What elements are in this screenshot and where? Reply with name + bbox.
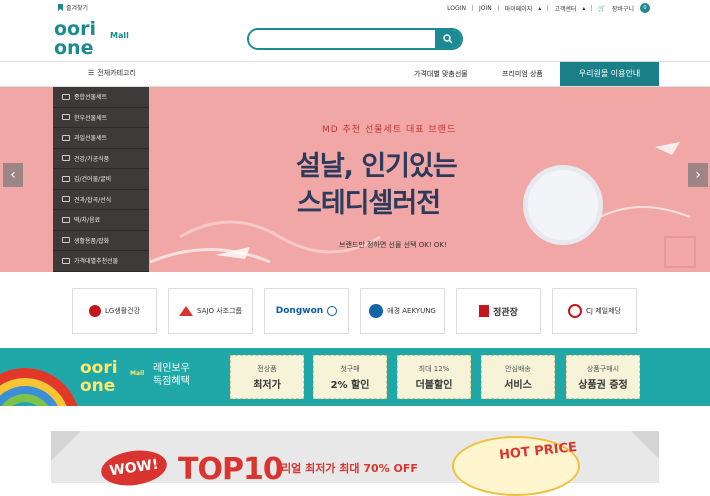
promo-logo: oori one Mall (80, 356, 150, 400)
banner-caption: 브랜드만 정하면 선물 선택 OK! OK! (339, 241, 447, 249)
gift-icon (62, 93, 70, 100)
top-utility-bar: 즐겨찾기 LOGIN JOIN 마이페이지 ▴ 고객센터 ▴ 🛒 장바구니 0 (0, 0, 710, 16)
svg-text:Mall: Mall (130, 370, 144, 377)
cart-icon[interactable]: 🛒 (598, 5, 605, 12)
divider (497, 5, 499, 11)
lg-logo-icon (88, 305, 101, 317)
promo-title: 레인보우 독점혜택 (153, 363, 190, 387)
search-button[interactable] (435, 30, 461, 48)
jkj-logo-icon (479, 305, 490, 317)
top10-caption: 리얼 최저가 최대 70% OFF (281, 462, 418, 475)
customer-center-link[interactable]: 고객센터 (554, 4, 576, 13)
moon-graphic (523, 165, 603, 245)
svg-text:Mall: Mall (110, 31, 129, 40)
join-link[interactable]: JOIN (479, 5, 492, 12)
divider (471, 5, 473, 11)
price-tag-icon (62, 257, 70, 264)
banner-prev-button[interactable]: ‹ (3, 163, 23, 187)
bookmark-icon (58, 4, 63, 11)
aekyung-logo-icon (369, 304, 384, 318)
category-item[interactable]: 생활용품/잡화 (53, 231, 149, 251)
promo-ticket[interactable]: 상품구매시 상품권 증정 (566, 355, 640, 399)
nav-premium[interactable]: 프리미엄 상품 (502, 69, 543, 79)
dongwon-globe-icon (327, 306, 338, 316)
brand-name: 정관장 (493, 307, 518, 318)
brand-tile[interactable]: LG생활건강 (72, 288, 157, 334)
category-item[interactable]: 김/건어물/굴비 (53, 169, 149, 190)
brand-tile[interactable]: SAJO 사조그룹 (168, 288, 253, 334)
brand-name: CJ 제일제당 (586, 307, 621, 315)
brand-name: 애경 AEKYUNG (387, 307, 436, 315)
nav-price-gifts[interactable]: 가격대별 맞춤선물 (414, 69, 468, 79)
household-icon (62, 237, 70, 244)
cart-link[interactable]: 장바구니 (612, 4, 634, 13)
divider (591, 5, 593, 11)
brand-tile[interactable]: Dongwon (264, 288, 349, 334)
category-item[interactable]: 견과/잡곡/선식 (53, 190, 149, 210)
mypage-link[interactable]: 마이페이지 (505, 4, 533, 13)
cj-logo-icon (568, 304, 583, 318)
fruit-icon (62, 134, 70, 141)
promo-ticket[interactable]: 최대 12% 더블할인 (397, 355, 471, 399)
health-icon (62, 155, 70, 162)
beef-icon (62, 114, 70, 121)
category-item[interactable]: 종합선물세트 (53, 87, 149, 108)
site-logo[interactable]: oori one Mall (52, 16, 142, 59)
category-item[interactable]: 건강/가공식품 (53, 149, 149, 169)
banner-subtitle: MD 추천 선물세트 대표 브랜드 (322, 125, 457, 135)
tea-icon (62, 216, 70, 223)
all-categories-button[interactable]: ☰ 전체카테고리 (88, 68, 136, 78)
nut-icon (62, 196, 70, 203)
brand-name: LG생활건강 (104, 307, 141, 315)
sajo-logo-icon (179, 306, 194, 316)
promo-ticket[interactable]: 첫구매 2% 할인 (313, 355, 387, 399)
nav-guide[interactable]: 우리원몰 이용안내 (560, 62, 659, 86)
top-links: LOGIN JOIN 마이페이지 ▴ 고객센터 ▴ 🛒 장바구니 0 (447, 3, 650, 13)
brand-tile[interactable]: 애경 AEKYUNG (360, 288, 445, 334)
category-menu: 종합선물세트 한우선물세트 과일선물세트 건강/가공식품 김/건어물/굴비 견과… (53, 87, 149, 272)
brand-tile[interactable]: CJ 제일제당 (552, 288, 637, 334)
svg-text:one: one (80, 376, 115, 396)
category-item[interactable]: 과일선물세트 (53, 128, 149, 149)
banner-title-line1: 설날, 인기있는 (296, 151, 458, 182)
bookmark-label: 즐겨찾기 (66, 5, 89, 12)
rainbow-graphic (0, 368, 80, 406)
promo-ticket[interactable]: 전상품 최저가 (230, 355, 304, 399)
search-input[interactable] (249, 30, 435, 48)
banner-next-button[interactable]: › (688, 163, 708, 187)
menu-icon: ☰ (88, 69, 95, 77)
cart-count-badge: 0 (640, 3, 650, 13)
brand-name: SAJO 사조그룹 (197, 307, 242, 315)
banner-title-line2: 스테디셀러전 (297, 188, 441, 219)
brand-tile[interactable]: 정관장 (456, 288, 541, 334)
all-categories-label: 전체카테고리 (97, 69, 136, 77)
category-item[interactable]: 떡/차/음료 (53, 210, 149, 231)
brand-name: Dongwon (275, 306, 324, 316)
main-nav: ☰ 전체카테고리 가격대별 맞춤선물 프리미엄 상품 우리원몰 이용안내 (0, 61, 710, 87)
brand-row: LG생활건강 SAJO 사조그룹 Dongwon 애경 AEKYUNG 정관장 … (72, 288, 638, 334)
category-item[interactable]: 가격대별추천선물 (53, 251, 149, 272)
category-item[interactable]: 한우선물세트 (53, 108, 149, 128)
search-box (247, 28, 463, 50)
promo-ticket[interactable]: 안심배송 서비스 (481, 355, 555, 399)
divider (547, 5, 549, 11)
chevron-down-icon: ▴ (582, 4, 586, 12)
search-icon (443, 34, 453, 44)
fish-icon (62, 175, 70, 182)
chevron-down-icon: ▴ (538, 4, 542, 12)
login-link[interactable]: LOGIN (447, 5, 466, 12)
bookmark-link[interactable]: 즐겨찾기 (58, 3, 88, 12)
svg-text:oori: oori (80, 358, 118, 378)
svg-text:one: one (54, 37, 93, 58)
